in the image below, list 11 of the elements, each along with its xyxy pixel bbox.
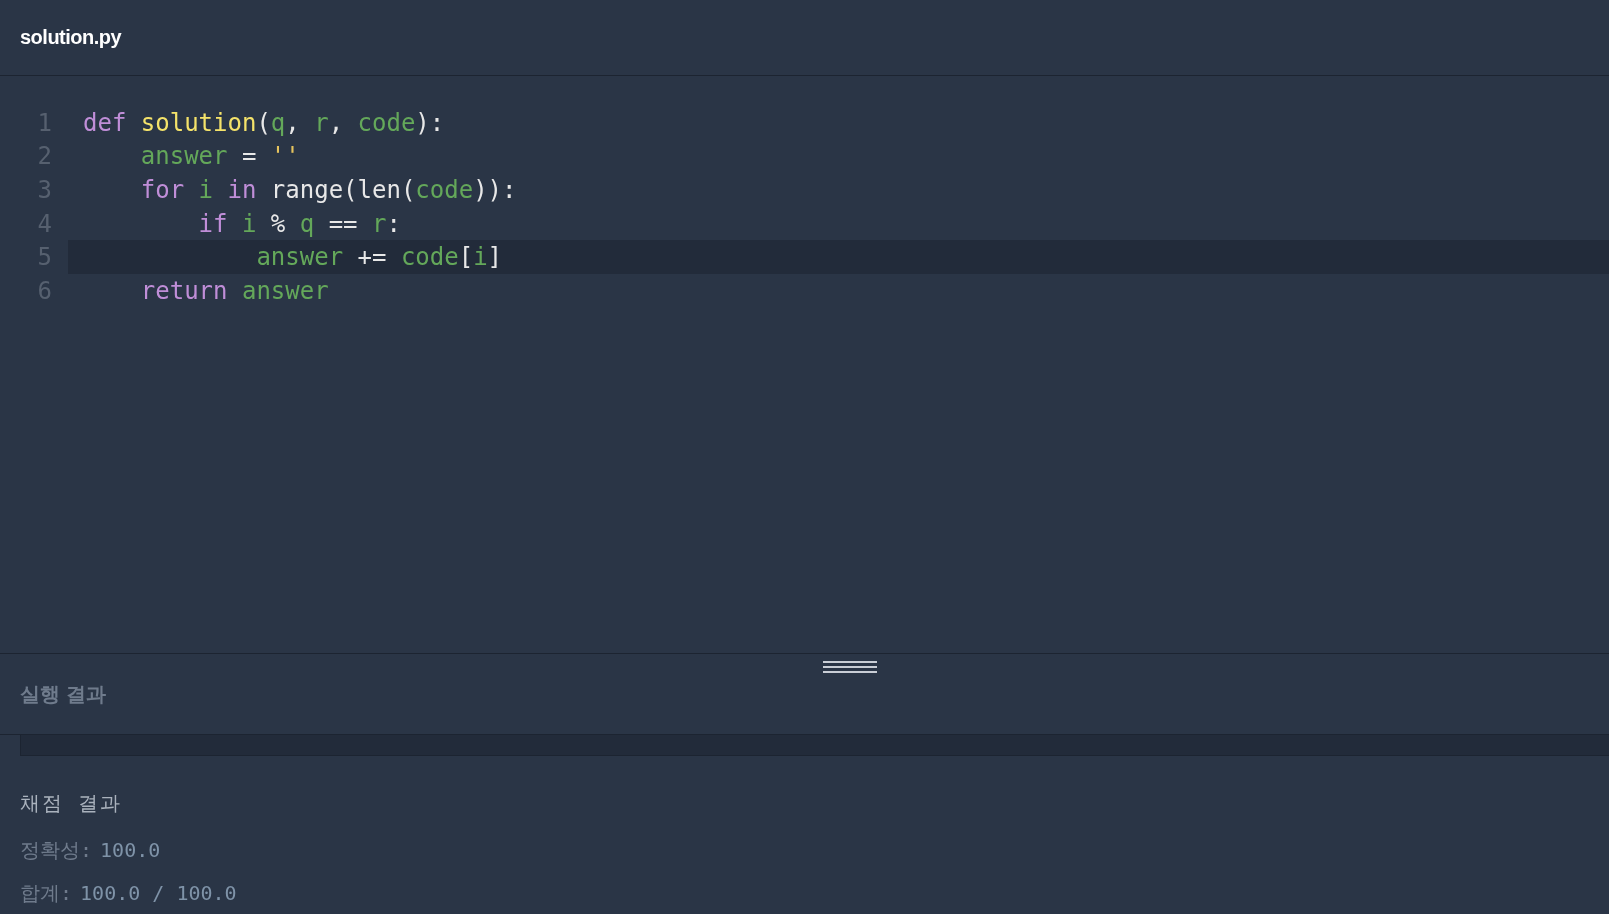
code-line: def solution(q, r, code): <box>82 107 446 139</box>
file-name: solution.py <box>20 26 122 49</box>
score-line: 정확성: 100.0 <box>20 837 162 864</box>
grading-title: 채점 결과 <box>20 790 124 817</box>
score-line: 합계: 100.0 / 100.0 <box>20 880 238 907</box>
results-title: 실행 결과 <box>20 681 106 707</box>
drag-handle-icon[interactable] <box>823 660 877 674</box>
code-line: for i in range(len(code)): <box>139 175 518 206</box>
code-line: return answer <box>139 275 330 307</box>
code-line: if i % q == r: <box>197 208 402 240</box>
code-line: answer = '' <box>139 141 301 173</box>
